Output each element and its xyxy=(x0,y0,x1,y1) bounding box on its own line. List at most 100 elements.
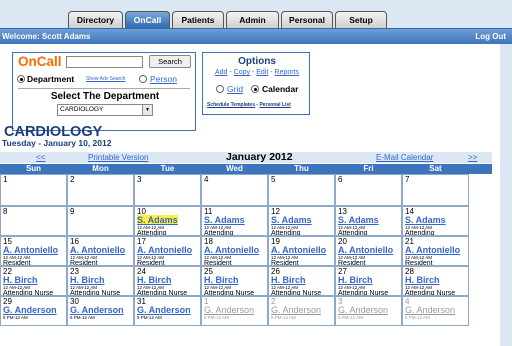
calendar-day-cell[interactable]: 22 H. Birch 12 AM-12 AM Attending Nurse xyxy=(0,266,67,296)
calendar-day-cell[interactable]: 2 G. Anderson 5 PM-12 AM xyxy=(268,296,335,326)
options-links: Add - Copy - Edit - Reports xyxy=(214,69,300,76)
select-department-title: Select The Department xyxy=(50,91,160,102)
oncall-person-link[interactable]: G. Anderson xyxy=(70,305,124,315)
oncall-person-link[interactable]: A. Antoniello xyxy=(338,245,393,255)
calendar-day-cell[interactable]: 3 xyxy=(134,174,201,206)
oncall-person-link[interactable]: S. Adams xyxy=(137,215,178,225)
oncall-time: 5 PM-12 AM xyxy=(70,315,95,320)
calendar-day-cell[interactable]: 31 G. Anderson 5 PM-12 AM xyxy=(134,296,201,326)
oncall-person-link[interactable]: S. Adams xyxy=(204,215,245,225)
oncall-person-link[interactable]: A. Antoniello xyxy=(3,245,58,255)
calendar-day-cell[interactable]: 9 xyxy=(67,206,134,236)
oncall-person-link[interactable]: S. Adams xyxy=(338,215,379,225)
calendar-day-cell[interactable]: 27 H. Birch 12 AM-12 AM Attending Nurse xyxy=(335,266,402,296)
calendar-day-cell[interactable]: 17 A. Antoniello 12 AM-12 AM Resident xyxy=(134,236,201,266)
calendar-day-cell[interactable]: 21 A. Antoniello 12 AM-12 AM Resident xyxy=(402,236,469,266)
search-button[interactable]: Search xyxy=(149,55,191,68)
calendar-radio[interactable] xyxy=(251,85,259,93)
oncall-time: 5 PM-12 AM xyxy=(271,315,296,320)
calendar-day-cell[interactable]: 10 S. Adams 12 AM-12 AM Attending xyxy=(134,206,201,236)
oncall-person-link[interactable]: A. Antoniello xyxy=(405,245,460,255)
tab-admin[interactable]: Admin xyxy=(226,11,279,28)
tab-oncall[interactable]: OnCall xyxy=(125,11,170,28)
top-nav: Directory OnCall Patients Admin Personal… xyxy=(0,0,512,29)
calendar-day-cell[interactable]: 4 G. Anderson 5 PM-12 AM xyxy=(402,296,469,326)
oncall-person-link[interactable]: G. Anderson xyxy=(204,305,254,315)
calendar-day-cell[interactable]: 12 S. Adams 12 AM-12 AM Attending xyxy=(268,206,335,236)
person-radio[interactable] xyxy=(139,75,147,83)
calendar-day-cell[interactable]: 28 H. Birch 12 AM-12 AM Attending Nurse xyxy=(402,266,469,296)
calendar-day-cell[interactable]: 24 H. Birch 12 AM-12 AM Attending Nurse xyxy=(134,266,201,296)
oncall-person-link[interactable]: H. Birch xyxy=(338,275,373,285)
logout-link[interactable]: Log Out xyxy=(475,29,506,44)
oncall-person-link[interactable]: H. Birch xyxy=(405,275,440,285)
calendar-day-cell[interactable]: 30 G. Anderson 5 PM-12 AM xyxy=(67,296,134,326)
day-number: 9 xyxy=(70,207,75,216)
calendar-day-cell[interactable]: 14 S. Adams 12 AM-12 AM Attending xyxy=(402,206,469,236)
next-month-link[interactable]: >> xyxy=(468,152,477,163)
calendar-day-cell[interactable]: 15 A. Antoniello 12 AM-12 AM Resident xyxy=(0,236,67,266)
grid-link[interactable]: Grid xyxy=(227,84,243,94)
calendar-day-cell[interactable]: 3 G. Anderson 5 PM-12 AM xyxy=(335,296,402,326)
calendar-day-cell[interactable]: 5 xyxy=(268,174,335,206)
oncall-person-link[interactable]: H. Birch xyxy=(271,275,306,285)
calendar-day-cell[interactable]: 6 xyxy=(335,174,402,206)
day-number: 7 xyxy=(405,175,410,184)
prev-month-link[interactable]: << xyxy=(36,152,45,163)
current-date: Tuesday - January 10, 2012 xyxy=(2,138,112,148)
tab-setup[interactable]: Setup xyxy=(335,11,387,28)
oncall-person-link[interactable]: A. Antoniello xyxy=(70,245,125,255)
oncall-person-link[interactable]: H. Birch xyxy=(137,275,172,285)
email-calendar-link[interactable]: E-Mail Calendar xyxy=(376,152,433,163)
oncall-person-link[interactable]: A. Antoniello xyxy=(137,245,192,255)
oncall-person-link[interactable]: S. Adams xyxy=(271,215,312,225)
calendar-day-cell[interactable]: 19 A. Antoniello 12 AM-12 AM Resident xyxy=(268,236,335,266)
oncall-person-link[interactable]: G. Anderson xyxy=(3,305,57,315)
calendar-day-cell[interactable]: 11 S. Adams 12 AM-12 AM Attending xyxy=(201,206,268,236)
oncall-time: 5 PM-12 AM xyxy=(3,315,28,320)
day-name-mon: Mon xyxy=(92,164,109,173)
calendar-day-cell[interactable]: 8 xyxy=(0,206,67,236)
printable-version-link[interactable]: Printable Version xyxy=(88,152,148,163)
adv-search-link[interactable]: Show Adv Search xyxy=(86,76,125,82)
oncall-person-link[interactable]: G. Anderson xyxy=(338,305,388,315)
calendar-day-cell[interactable]: 20 A. Antoniello 12 AM-12 AM Resident xyxy=(335,236,402,266)
department-select[interactable]: CARDIOLOGY ▼ xyxy=(57,104,153,116)
options-panel: Options Add - Copy - Edit - Reports Grid… xyxy=(202,52,310,115)
calendar-day-cell[interactable]: 26 H. Birch 12 AM-12 AM Attending Nurse xyxy=(268,266,335,296)
add-link[interactable]: Add xyxy=(215,69,227,76)
copy-link[interactable]: Copy xyxy=(234,69,250,76)
person-link[interactable]: Person xyxy=(150,74,177,84)
calendar-day-cell[interactable]: 25 H. Birch 12 AM-12 AM Attending Nurse xyxy=(201,266,268,296)
calendar-day-cell[interactable]: 13 S. Adams 12 AM-12 AM Attending xyxy=(335,206,402,236)
personal-list-link[interactable]: Personal List xyxy=(259,102,290,108)
calendar-day-cell[interactable]: 2 xyxy=(67,174,134,206)
oncall-person-link[interactable]: G. Anderson xyxy=(137,305,191,315)
calendar-day-cell[interactable]: 4 xyxy=(201,174,268,206)
tab-personal[interactable]: Personal xyxy=(281,11,333,28)
reports-link[interactable]: Reports xyxy=(275,69,300,76)
calendar-day-cell[interactable]: 18 A. Antoniello 12 AM-12 AM Resident xyxy=(201,236,268,266)
edit-link[interactable]: Edit xyxy=(256,69,268,76)
oncall-person-link[interactable]: S. Adams xyxy=(405,215,446,225)
oncall-person-link[interactable]: A. Antoniello xyxy=(204,245,259,255)
calendar-day-cell[interactable]: 16 A. Antoniello 12 AM-12 AM Resident xyxy=(67,236,134,266)
oncall-person-link[interactable]: A. Antoniello xyxy=(271,245,326,255)
oncall-person-link[interactable]: G. Anderson xyxy=(405,305,455,315)
oncall-person-link[interactable]: H. Birch xyxy=(70,275,105,285)
schedule-templates-link[interactable]: Schedule Templates xyxy=(207,102,255,108)
department-radio[interactable] xyxy=(17,75,25,83)
grid-radio[interactable] xyxy=(216,85,224,93)
calendar-day-cell[interactable]: 7 xyxy=(402,174,469,206)
tab-directory[interactable]: Directory xyxy=(68,11,123,28)
calendar-day-cell[interactable]: 1 G. Anderson 5 PM-12 AM xyxy=(201,296,268,326)
search-input[interactable] xyxy=(66,56,143,68)
calendar-day-cell[interactable]: 1 xyxy=(0,174,67,206)
oncall-person-link[interactable]: G. Anderson xyxy=(271,305,321,315)
tab-patients[interactable]: Patients xyxy=(172,11,224,28)
oncall-person-link[interactable]: H. Birch xyxy=(204,275,239,285)
oncall-person-link[interactable]: H. Birch xyxy=(3,275,38,285)
day-name-tue: Tue xyxy=(160,164,175,173)
calendar-day-cell[interactable]: 23 H. Birch 12 AM-12 AM Attending Nurse xyxy=(67,266,134,296)
calendar-day-cell[interactable]: 29 G. Anderson 5 PM-12 AM xyxy=(0,296,67,326)
